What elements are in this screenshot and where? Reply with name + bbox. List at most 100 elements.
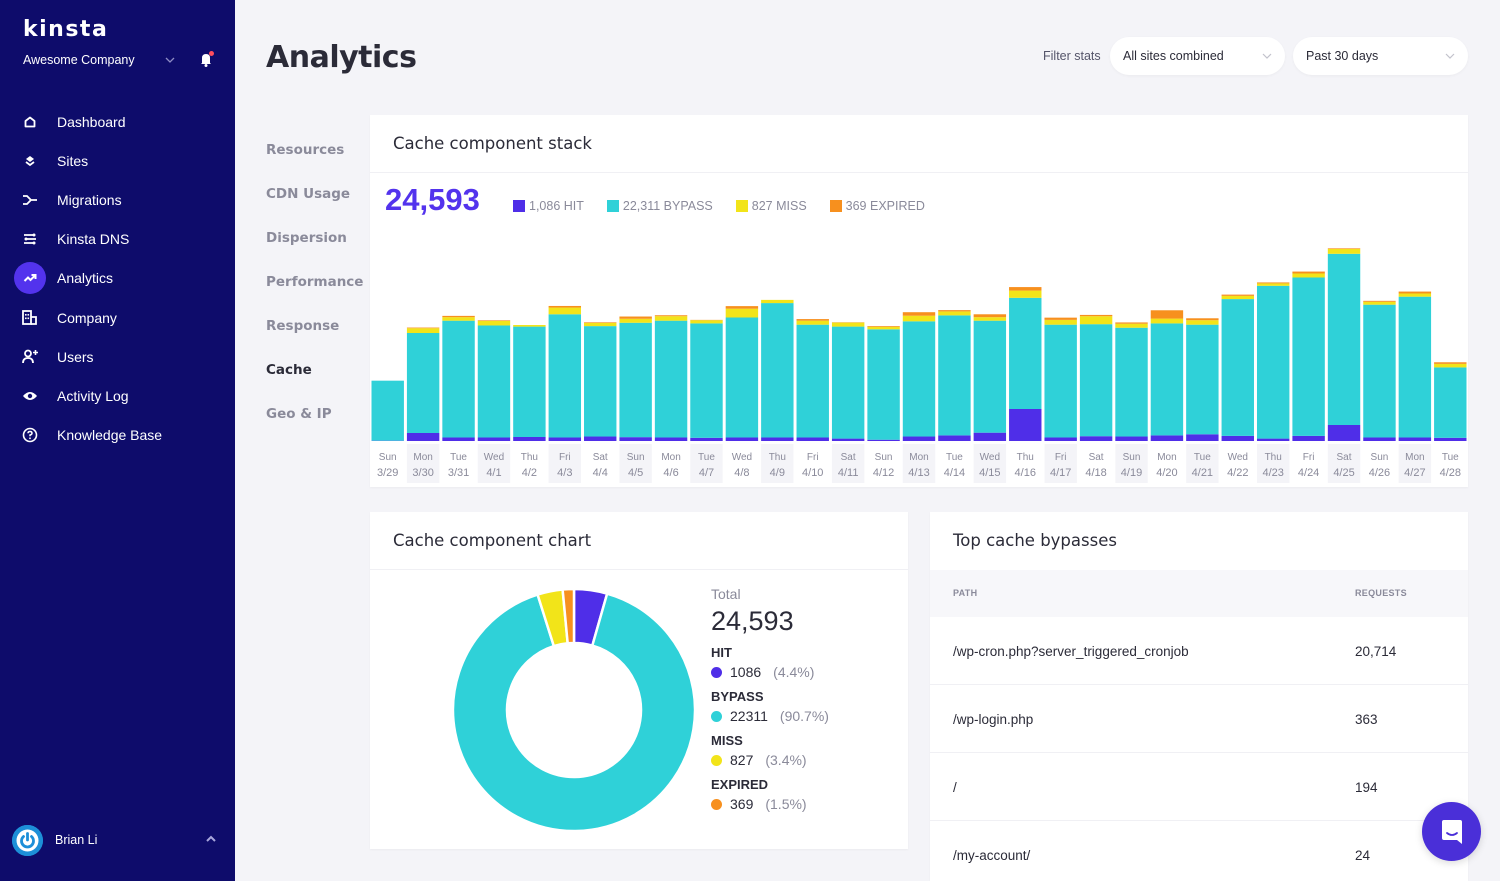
bar-segment-miss[interactable] bbox=[1044, 319, 1077, 325]
bar-segment-miss[interactable] bbox=[406, 328, 440, 333]
bar-segment-hit[interactable] bbox=[902, 436, 936, 441]
user-menu[interactable]: Brian Li bbox=[12, 824, 222, 856]
bar-segment-hit[interactable] bbox=[938, 435, 971, 441]
kinsta-logo[interactable]: kinsta bbox=[23, 17, 108, 42]
sites-filter-select[interactable]: All sites combined bbox=[1110, 37, 1285, 75]
bar-segment-miss[interactable] bbox=[477, 321, 511, 326]
bar-segment-bypass[interactable] bbox=[831, 326, 865, 439]
bar-segment-hit[interactable] bbox=[1150, 435, 1184, 441]
bar-segment-hit[interactable] bbox=[619, 437, 652, 441]
sidebar-item-dashboard[interactable]: Dashboard bbox=[0, 102, 235, 141]
legend-item-bypass[interactable]: 22,311 BYPASS bbox=[606, 199, 713, 213]
bar-segment-bypass[interactable] bbox=[1044, 324, 1077, 438]
bar-segment-bypass[interactable] bbox=[1186, 324, 1219, 435]
bar-segment-hit[interactable] bbox=[973, 432, 1007, 441]
subnav-geo-ip[interactable]: Geo & IP bbox=[266, 406, 363, 450]
bar-segment-bypass[interactable] bbox=[1150, 323, 1184, 436]
bar-segment-expired[interactable] bbox=[654, 315, 688, 317]
bar-segment-miss[interactable] bbox=[1434, 363, 1467, 368]
bar-segment-bypass[interactable] bbox=[1115, 327, 1148, 437]
bar-segment-miss[interactable] bbox=[690, 320, 723, 324]
bar-segment-miss[interactable] bbox=[1221, 295, 1254, 300]
bar-segment-hit[interactable] bbox=[1115, 436, 1148, 441]
bar-segment-miss[interactable] bbox=[442, 317, 475, 321]
bar-segment-hit[interactable] bbox=[1186, 434, 1219, 441]
bar-segment-miss[interactable] bbox=[831, 322, 865, 327]
bar-segment-miss[interactable] bbox=[1292, 273, 1325, 278]
bar-segment-hit[interactable] bbox=[1434, 437, 1467, 441]
bar-segment-hit[interactable] bbox=[442, 437, 475, 441]
bar-segment-bypass[interactable] bbox=[584, 326, 617, 437]
bar-segment-bypass[interactable] bbox=[406, 333, 440, 433]
bar-segment-expired[interactable] bbox=[477, 320, 511, 321]
subnav-response[interactable]: Response bbox=[266, 318, 363, 362]
sidebar-item-knowledge-base[interactable]: Knowledge Base bbox=[0, 416, 235, 455]
bar-segment-bypass[interactable] bbox=[867, 329, 900, 440]
bar-segment-miss[interactable] bbox=[1009, 290, 1042, 298]
subnav-resources[interactable]: Resources bbox=[266, 142, 363, 186]
bar-segment-hit[interactable] bbox=[654, 437, 688, 441]
bar-segment-hit[interactable] bbox=[831, 438, 865, 441]
bar-segment-hit[interactable] bbox=[513, 437, 546, 441]
bar-segment-miss[interactable] bbox=[1150, 318, 1184, 324]
bar-segment-expired[interactable] bbox=[1150, 310, 1184, 319]
bar-segment-expired[interactable] bbox=[619, 316, 652, 319]
bar-segment-miss[interactable] bbox=[1115, 323, 1148, 328]
bar-segment-hit[interactable] bbox=[796, 437, 829, 441]
sidebar-item-activity-log[interactable]: Activity Log bbox=[0, 376, 235, 415]
bar-segment-bypass[interactable] bbox=[371, 380, 404, 441]
column-header-requests[interactable]: REQUESTS bbox=[1355, 588, 1407, 598]
bar-segment-hit[interactable] bbox=[867, 439, 900, 441]
bar-segment-bypass[interactable] bbox=[761, 303, 794, 438]
bar-segment-bypass[interactable] bbox=[1398, 296, 1432, 438]
column-header-path[interactable]: PATH bbox=[953, 588, 977, 598]
bar-segment-bypass[interactable] bbox=[477, 325, 511, 438]
bar-segment-expired[interactable] bbox=[1292, 271, 1325, 274]
bar-segment-hit[interactable] bbox=[406, 433, 440, 441]
bar-segment-bypass[interactable] bbox=[902, 321, 936, 437]
bar-segment-expired[interactable] bbox=[1115, 322, 1148, 324]
company-switcher[interactable]: Awesome Company bbox=[23, 51, 214, 69]
bar-segment-expired[interactable] bbox=[548, 305, 582, 308]
bar-segment-expired[interactable] bbox=[1186, 318, 1219, 321]
sidebar-item-migrations[interactable]: Migrations bbox=[0, 180, 235, 219]
bar-segment-bypass[interactable] bbox=[690, 323, 723, 438]
legend-item-miss[interactable]: 827 MISS bbox=[735, 199, 807, 213]
bar-segment-bypass[interactable] bbox=[513, 326, 546, 437]
bar-segment-hit[interactable] bbox=[477, 437, 511, 441]
bar-segment-bypass[interactable] bbox=[1327, 253, 1361, 425]
bar-segment-miss[interactable] bbox=[1186, 320, 1219, 325]
bar-segment-expired[interactable] bbox=[1327, 248, 1361, 249]
chevron-up-icon[interactable] bbox=[204, 832, 218, 846]
subnav-cdn-usage[interactable]: CDN Usage bbox=[266, 186, 363, 230]
bar-segment-miss[interactable] bbox=[938, 311, 971, 316]
table-row[interactable]: /wp-login.php 363 bbox=[930, 685, 1468, 753]
bar-segment-miss[interactable] bbox=[1079, 316, 1113, 325]
bar-segment-bypass[interactable] bbox=[654, 320, 688, 438]
sidebar-item-analytics[interactable]: Analytics bbox=[0, 259, 235, 298]
bar-segment-bypass[interactable] bbox=[1434, 367, 1467, 438]
sidebar-item-sites[interactable]: Sites bbox=[0, 141, 235, 180]
bar-segment-bypass[interactable] bbox=[1256, 285, 1290, 439]
bar-segment-bypass[interactable] bbox=[1079, 324, 1113, 437]
bar-segment-miss[interactable] bbox=[973, 317, 1007, 321]
chat-support-button[interactable] bbox=[1422, 802, 1481, 861]
bar-segment-bypass[interactable] bbox=[548, 314, 582, 438]
bar-segment-bypass[interactable] bbox=[973, 320, 1007, 433]
bar-segment-hit[interactable] bbox=[1221, 435, 1254, 441]
bar-segment-miss[interactable] bbox=[654, 316, 688, 321]
subnav-performance[interactable]: Performance bbox=[266, 274, 363, 318]
bar-segment-miss[interactable] bbox=[548, 307, 582, 315]
bar-segment-miss[interactable] bbox=[902, 315, 936, 322]
bar-segment-hit[interactable] bbox=[1363, 437, 1396, 441]
bar-segment-hit[interactable] bbox=[548, 437, 582, 441]
bar-segment-hit[interactable] bbox=[1009, 409, 1042, 441]
bar-segment-expired[interactable] bbox=[1434, 362, 1467, 364]
table-row[interactable]: /wp-cron.php?server_triggered_cronjob 20… bbox=[930, 617, 1468, 685]
bar-segment-expired[interactable] bbox=[867, 326, 900, 327]
bar-segment-expired[interactable] bbox=[1256, 282, 1290, 284]
bar-segment-miss[interactable] bbox=[1256, 283, 1290, 286]
bar-segment-hit[interactable] bbox=[1398, 437, 1432, 441]
bar-segment-expired[interactable] bbox=[406, 327, 440, 329]
legend-item-expired[interactable]: 369 EXPIRED bbox=[829, 199, 925, 213]
